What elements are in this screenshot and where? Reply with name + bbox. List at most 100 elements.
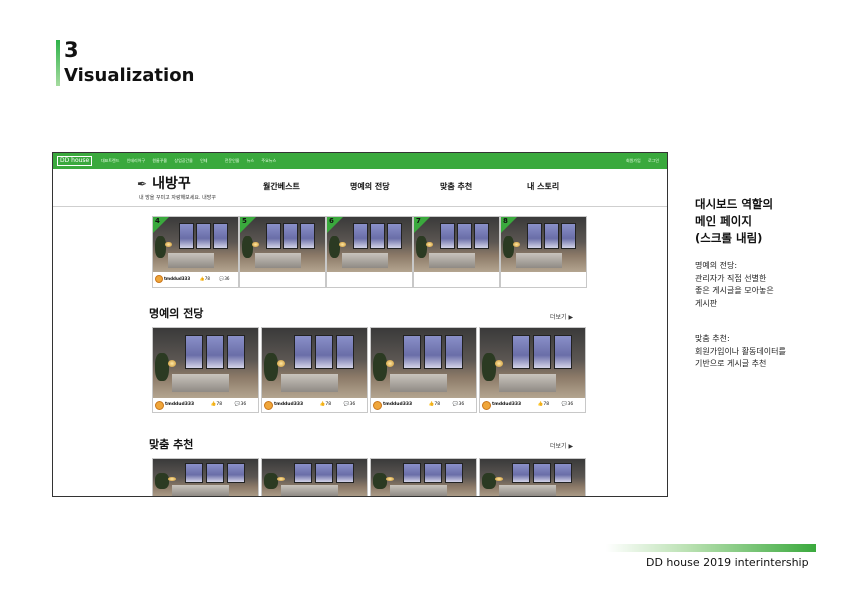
plant-shape [155, 352, 169, 381]
room-photo: 4 [153, 217, 238, 272]
card-meta-empty [327, 272, 412, 286]
rank-number: 4 [155, 217, 160, 225]
window-shape [386, 222, 403, 250]
bed-shape [516, 253, 563, 268]
top-link[interactable]: 뉴스 [247, 158, 254, 163]
best-card[interactable]: 8 [500, 216, 587, 288]
card-username[interactable]: tmddud333 [274, 402, 303, 407]
lamp-shape [512, 241, 520, 248]
bed-shape [255, 253, 302, 268]
card-username[interactable]: tmddud333 [383, 402, 412, 407]
card-username[interactable]: tmddud333 [164, 276, 190, 281]
bed-shape [168, 253, 215, 268]
card-meta: tmddud333 👍78 💬36 [480, 398, 585, 412]
comments-count[interactable]: 💬36 [235, 402, 246, 407]
site-logo[interactable]: DD house [57, 156, 93, 166]
menu-recommend[interactable]: 맞춤 추천 [440, 181, 472, 192]
window-shape [293, 463, 313, 483]
best-card[interactable]: 7 [413, 216, 500, 288]
avatar[interactable] [264, 401, 273, 410]
plant-shape [502, 236, 514, 259]
signup-link[interactable]: 회원가입 [626, 158, 641, 163]
recommend-card[interactable] [370, 458, 477, 496]
window-shape [526, 222, 543, 250]
likes-count[interactable]: 👍78 [320, 402, 331, 407]
top-link[interactable]: 원룸꾸몰 [152, 158, 167, 163]
avatar[interactable] [482, 401, 491, 410]
comments-count[interactable]: 💬36 [562, 402, 573, 407]
window-shape [369, 222, 386, 250]
hall-of-fame-card[interactable]: tmddud333 👍78 💬36 [370, 327, 477, 413]
avatar[interactable] [373, 401, 382, 410]
section-title: Visualization [64, 65, 195, 86]
room-photo [480, 328, 585, 398]
hall-of-fame-more-link[interactable]: 더보기 ▶ [550, 312, 573, 321]
window-shape [532, 463, 552, 483]
avatar[interactable] [155, 401, 164, 410]
plant-shape [373, 473, 387, 489]
comments-count[interactable]: 💬36 [219, 276, 229, 281]
plant-shape [482, 473, 496, 489]
best-card[interactable]: 6 [326, 216, 413, 288]
hall-of-fame-card[interactable]: tmddud333 👍78 💬36 [479, 327, 586, 413]
likes-count[interactable]: 👍78 [200, 276, 210, 281]
hall-of-fame-card[interactable]: tmddud333 👍78 💬36 [261, 327, 368, 413]
description-line: 명예의 전당: [695, 261, 738, 270]
best-card[interactable]: 4 tmddud333 👍78 💬36 [152, 216, 239, 288]
comments-count[interactable]: 💬36 [344, 402, 355, 407]
footer-text: DD house 2019 interintership [646, 556, 809, 569]
comments-count[interactable]: 💬36 [453, 402, 464, 407]
card-meta: tmddud333 👍78 💬36 [153, 398, 258, 412]
card-username[interactable]: tmddud333 [165, 402, 194, 407]
recommend-card[interactable] [261, 458, 368, 496]
window-shape [184, 463, 204, 483]
room-photo: 8 [501, 217, 586, 272]
recommend-description: 맞춤 추천: 회원가입이나 활동데이터를 기반으로 게시글 추천 [695, 333, 786, 371]
window-shape [314, 335, 334, 369]
window-shape [473, 222, 490, 250]
recommend-title: 맞춤 추천 [149, 438, 194, 451]
likes-count[interactable]: 👍78 [538, 402, 549, 407]
brand[interactable]: ✒ 내방꾸 내 방을 꾸미고 자랑해보세요. 내방꾸 [137, 173, 216, 201]
window-shape [178, 222, 195, 250]
card-username[interactable]: tmddud333 [492, 402, 521, 407]
window-shape [226, 335, 246, 369]
card-meta-empty [414, 272, 499, 286]
top-link[interactable]: 주요뉴스 [261, 158, 276, 163]
login-link[interactable]: 로그인 [648, 158, 659, 163]
likes-value: 78 [434, 402, 441, 407]
lamp-shape [276, 359, 286, 367]
recommend-card[interactable] [152, 458, 259, 496]
card-meta: tmddud333 👍78 💬36 [262, 398, 367, 412]
recommend-card[interactable] [479, 458, 586, 496]
side-title: 대시보드 역할의 메인 페이지 (스크롤 내림) [695, 196, 773, 247]
likes-count[interactable]: 👍78 [429, 402, 440, 407]
bed-shape [280, 374, 338, 393]
footer-gradient-bar [606, 544, 816, 552]
menu-my-story[interactable]: 내 스토리 [527, 181, 559, 192]
lamp-shape [167, 359, 177, 367]
best-card[interactable]: 5 [239, 216, 326, 288]
likes-count[interactable]: 👍78 [211, 402, 222, 407]
recommend-more-link[interactable]: 더보기 ▶ [550, 441, 573, 450]
room-photo [153, 328, 258, 398]
hall-of-fame-card[interactable]: tmddud333 👍78 💬36 [152, 327, 259, 413]
description-line: 기반으로 게시글 추천 [695, 359, 767, 368]
section-accent-bar [56, 40, 60, 86]
top-link[interactable]: 전문인몰 [225, 158, 240, 163]
window-shape [423, 335, 443, 369]
top-link[interactable]: 대표트렌드 [101, 158, 119, 163]
top-link[interactable]: 인테리어구 [127, 158, 145, 163]
menu-hall-of-fame[interactable]: 명예의 전당 [350, 181, 390, 192]
window-shape [456, 222, 473, 250]
avatar[interactable] [155, 275, 163, 283]
room-photo [371, 328, 476, 398]
window-shape [553, 335, 573, 369]
top-link[interactable]: 인테 [200, 158, 207, 163]
rank-number: 5 [242, 217, 247, 225]
menu-monthly-best[interactable]: 월간베스트 [263, 181, 300, 192]
window-shape [205, 335, 225, 369]
lamp-shape [385, 359, 395, 367]
top-link[interactable]: 상업공간몰 [174, 158, 192, 163]
window-shape [439, 222, 456, 250]
